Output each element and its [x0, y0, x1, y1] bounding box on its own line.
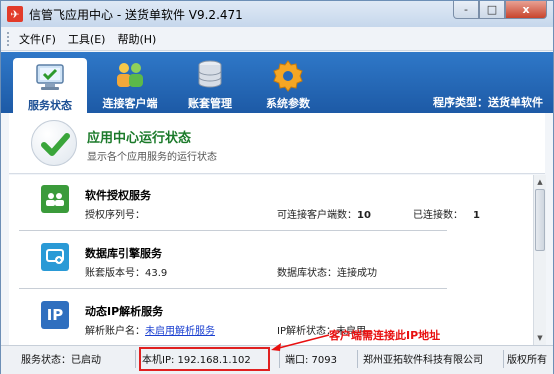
status-separator [135, 350, 136, 368]
app-window: ✈ 信管飞应用中心 - 送货单软件 V9.2.471 - □ x 文件(F) 工… [0, 0, 554, 374]
scroll-down-icon[interactable]: ▼ [534, 332, 546, 344]
tab-label: 连接客户端 [102, 97, 158, 110]
tab-service-status[interactable]: 服务状态 [13, 58, 87, 113]
resolve-account-label: 解析账户名： [85, 326, 145, 337]
close-button[interactable]: x [505, 1, 547, 19]
menu-file[interactable]: 文件(F) [19, 31, 56, 47]
connected-value: 1 [473, 210, 480, 221]
program-type-label: 程序类型：送货单软件 [433, 96, 543, 109]
window-title: 信管飞应用中心 - 送货单软件 V9.2.471 [29, 7, 243, 22]
database-icon [198, 60, 222, 88]
page-title: 应用中心运行状态 [87, 131, 192, 146]
users-icon [117, 63, 143, 87]
db-version-label: 账套版本号： [85, 268, 145, 279]
serial-label: 授权序列号： [85, 210, 145, 221]
license-users-icon [41, 185, 69, 213]
tab-system-parameters[interactable]: 系统参数 [251, 56, 325, 113]
max-clients-value: 10 [357, 210, 371, 221]
service-name: 动态IP解析服务 [85, 305, 164, 318]
tab-label: 系统参数 [266, 97, 310, 110]
service-field: 可连接客户端数：10 [277, 206, 371, 221]
monitor-check-icon [36, 64, 64, 90]
copyright-text: 版权所有 [507, 355, 547, 366]
divider [19, 288, 447, 289]
scroll-thumb[interactable] [535, 189, 545, 251]
page-subtitle: 显示各个应用服务的运行状态 [87, 152, 217, 163]
service-name: 数据库引擎服务 [85, 247, 162, 260]
connected-label: 已连接数： [413, 210, 463, 221]
vertical-scrollbar[interactable]: ▲ ▼ [533, 175, 546, 345]
app-logo-icon: ✈ [7, 6, 23, 22]
tab-connected-clients[interactable]: 连接客户端 [93, 56, 167, 113]
db-version-value: 43.9 [145, 268, 168, 279]
service-name: 软件授权服务 [85, 189, 151, 202]
menu-grip-icon [7, 32, 10, 46]
company-text: 郑州亚拓软件科技有限公司 [363, 355, 483, 366]
database-engine-icon [41, 243, 69, 271]
menu-tools[interactable]: 工具(E) [68, 31, 106, 47]
max-clients-label: 可连接客户端数： [277, 210, 357, 221]
menu-bar: 文件(F) 工具(E) 帮助(H) [1, 27, 553, 51]
service-field: 授权序列号： [85, 206, 145, 221]
gear-icon [273, 60, 303, 92]
service-database: 数据库引擎服务 账套版本号：43.9 数据库状态：连接成功 [9, 233, 533, 289]
db-status-label: 数据库状态： [277, 268, 337, 279]
tab-label: 账套管理 [188, 97, 232, 110]
title-bar[interactable]: ✈ 信管飞应用中心 - 送货单软件 V9.2.471 - □ x [1, 1, 553, 27]
status-separator [503, 350, 504, 368]
service-field: 解析账户名：未启用解析服务 [85, 322, 215, 337]
window-controls: - □ x [453, 1, 547, 19]
db-status-value: 连接成功 [337, 268, 377, 279]
local-ip-text: 本机IP: 192.168.1.102 [142, 355, 251, 366]
maximize-button[interactable]: □ [479, 1, 505, 19]
service-license: 软件授权服务 授权序列号： 可连接客户端数：10 已连接数： 1 [9, 175, 533, 231]
tab-label: 服务状态 [28, 99, 72, 112]
ip-icon: IP [41, 301, 69, 329]
divider [19, 230, 447, 231]
status-header: 应用中心运行状态 显示各个应用服务的运行状态 [9, 113, 545, 174]
service-field: 数据库状态：连接成功 [277, 264, 377, 279]
status-separator [357, 350, 358, 368]
annotation-text: 客户端需连接此IP地址 [329, 329, 441, 342]
service-field: 已连接数： 1 [413, 206, 480, 221]
minimize-button[interactable]: - [453, 1, 479, 19]
status-ok-icon [31, 120, 77, 166]
annotation-arrow-icon [271, 334, 330, 351]
scroll-up-icon[interactable]: ▲ [534, 176, 546, 188]
main-toolbar: 服务状态 连接客户端 账套管理 系统参数 程序类型：送货单软件 [1, 52, 553, 113]
service-list: 软件授权服务 授权序列号： 可连接客户端数：10 已连接数： 1 数据库引擎服务 … [9, 175, 533, 345]
enable-resolve-link[interactable]: 未启用解析服务 [145, 326, 215, 337]
service-status-text: 服务状态：已启动 [21, 355, 101, 366]
tab-account-management[interactable]: 账套管理 [173, 56, 247, 113]
service-field: 账套版本号：43.9 [85, 264, 167, 279]
menu-help[interactable]: 帮助(H) [117, 31, 156, 47]
